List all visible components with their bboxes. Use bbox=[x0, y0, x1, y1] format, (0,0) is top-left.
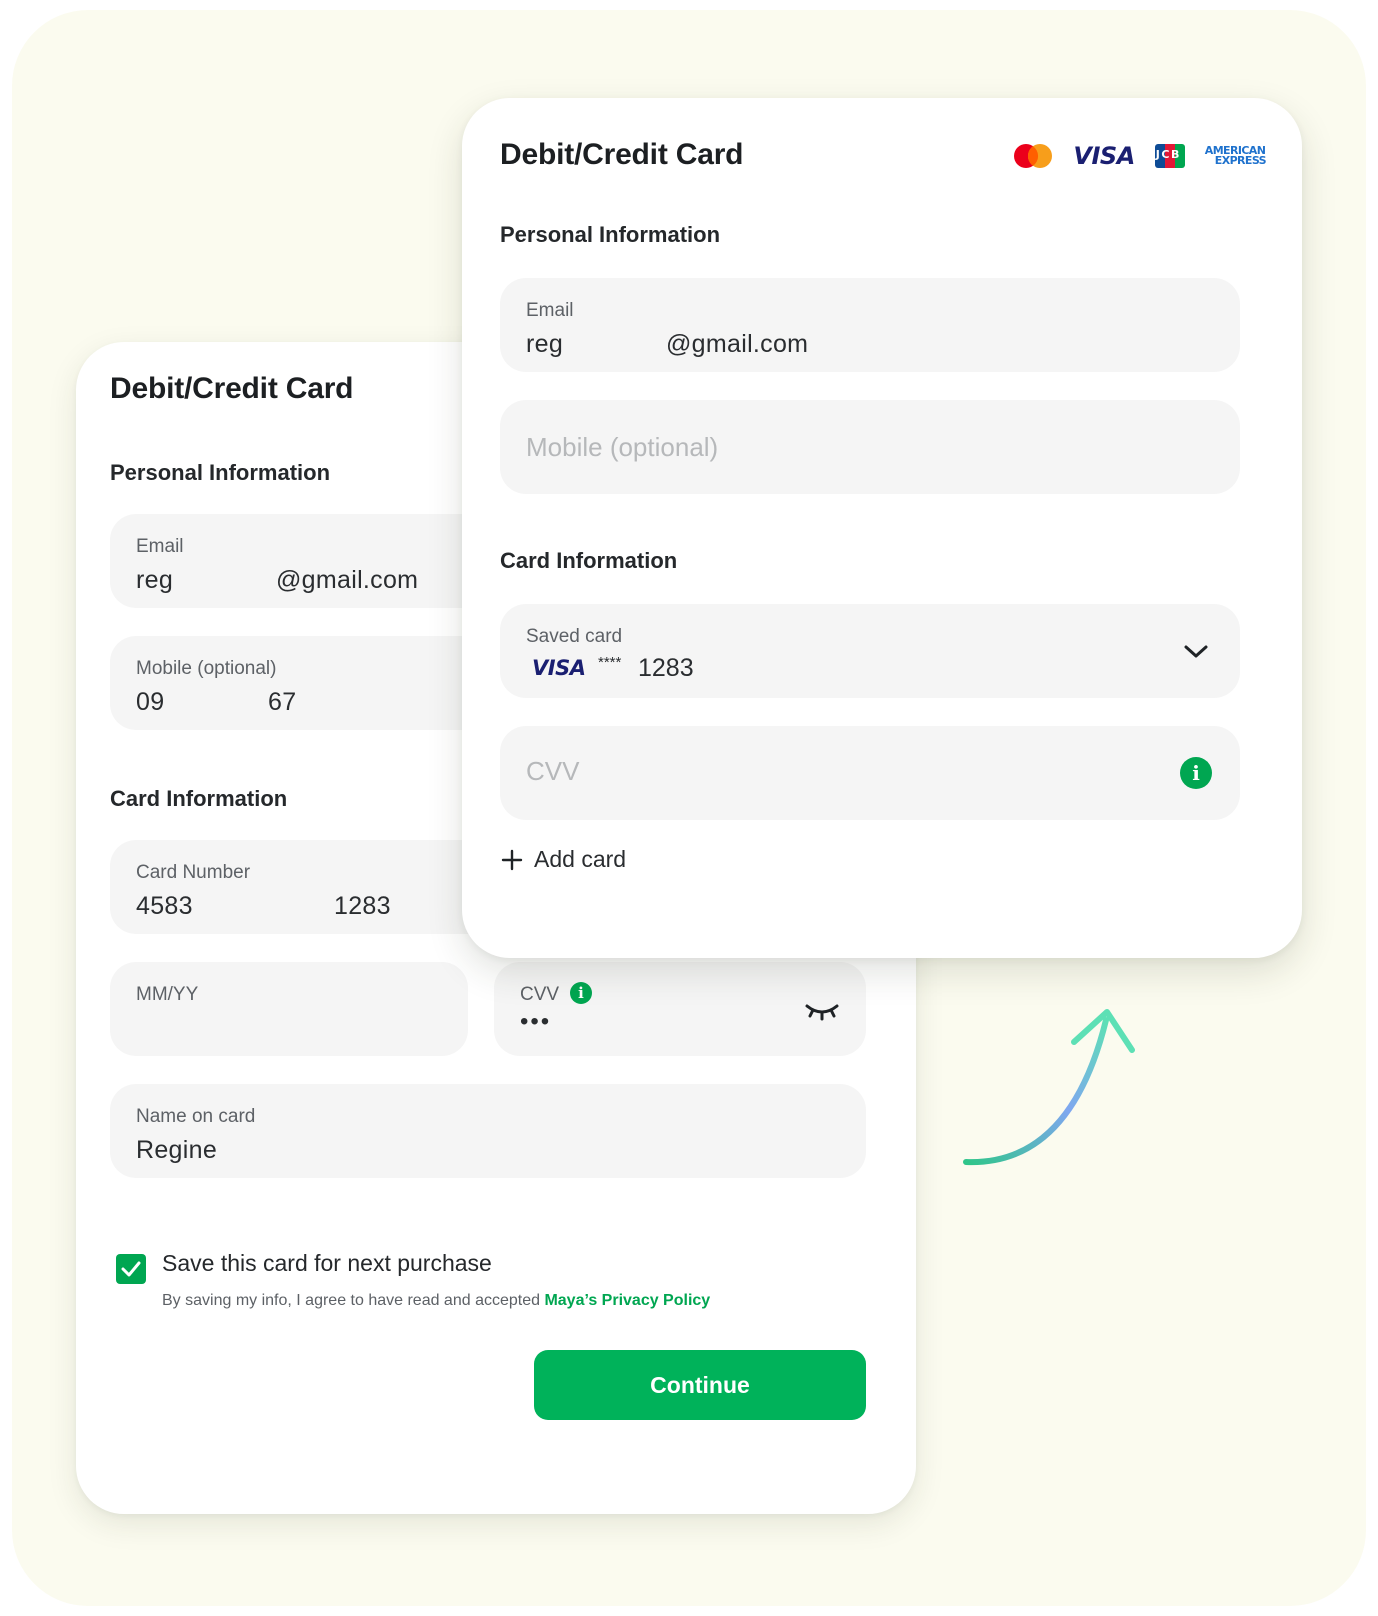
email-value-prefix: reg bbox=[136, 566, 174, 594]
check-icon bbox=[121, 1261, 141, 1277]
name-on-card-field[interactable]: Name on card Regine bbox=[110, 1084, 866, 1178]
saved-card-select[interactable]: Saved card VISA **** 1283 bbox=[500, 604, 1240, 698]
cvv-placeholder: CVV bbox=[526, 756, 580, 786]
saved-card-label: Saved card bbox=[526, 626, 623, 647]
save-card-label: Save this card for next purchase bbox=[162, 1250, 492, 1276]
privacy-policy-text: By saving my info, I agree to have read … bbox=[162, 1292, 710, 1310]
plus-icon bbox=[501, 849, 523, 870]
email-value-prefix: reg bbox=[526, 330, 564, 358]
curved-arrow-icon bbox=[963, 1009, 1135, 1166]
email-value-suffix: @gmail.com bbox=[276, 566, 419, 594]
amex-logo: AMERICAN EXPRESS bbox=[1205, 145, 1267, 167]
card-number-prefix: 4583 bbox=[136, 892, 193, 920]
email-field[interactable]: Email reg @gmail.com bbox=[500, 278, 1240, 372]
info-icon[interactable]: i bbox=[570, 982, 592, 1004]
chevron-down-icon[interactable] bbox=[1182, 642, 1210, 660]
mobile-value-prefix: 09 bbox=[136, 688, 165, 716]
amex-line2: EXPRESS bbox=[1214, 154, 1267, 167]
card-mask: **** bbox=[598, 654, 622, 671]
email-label: Email bbox=[526, 300, 574, 321]
mobile-value-suffix: 67 bbox=[268, 688, 297, 716]
save-card-checkbox[interactable] bbox=[116, 1254, 146, 1284]
email-value-suffix: @gmail.com bbox=[666, 330, 809, 358]
cvv-field[interactable]: CVV i bbox=[500, 726, 1240, 820]
privacy-policy-link[interactable]: Maya’s Privacy Policy bbox=[544, 1292, 710, 1309]
email-label: Email bbox=[136, 536, 184, 557]
mobile-field[interactable]: Mobile (optional) bbox=[500, 400, 1240, 494]
card-number-suffix: 1283 bbox=[334, 892, 391, 920]
page-title: Debit/Credit Card bbox=[500, 138, 744, 171]
card-brand-logos: VISA JCB AMERICAN EXPRESS bbox=[1013, 142, 1267, 170]
card-info-heading: Card Information bbox=[110, 786, 288, 811]
page-title: Debit/Credit Card bbox=[110, 372, 354, 405]
cvv-value: ••• bbox=[520, 1008, 552, 1035]
jcb-logo: JCB bbox=[1154, 144, 1185, 168]
mobile-label: Mobile (optional) bbox=[136, 658, 277, 679]
card-number-label: Card Number bbox=[136, 862, 251, 883]
mastercard-logo bbox=[1014, 144, 1053, 168]
visa-logo: VISA bbox=[1073, 142, 1135, 170]
personal-info-heading: Personal Information bbox=[500, 222, 721, 247]
personal-info-heading: Personal Information bbox=[110, 460, 331, 485]
jcb-text: JCB bbox=[1155, 148, 1181, 161]
info-icon[interactable]: i bbox=[1180, 757, 1212, 789]
card-last4: 1283 bbox=[638, 654, 694, 682]
visa-logo: VISA bbox=[532, 656, 586, 680]
card-info-heading: Card Information bbox=[500, 548, 678, 573]
expiry-label: MM/YY bbox=[136, 984, 199, 1005]
continue-button[interactable]: Continue bbox=[534, 1350, 866, 1420]
policy-prefix: By saving my info, I agree to have read … bbox=[162, 1292, 545, 1309]
cvv-field[interactable]: CVV i ••• bbox=[494, 962, 866, 1056]
name-on-card-label: Name on card bbox=[136, 1106, 256, 1127]
mobile-placeholder: Mobile (optional) bbox=[526, 432, 719, 462]
expiry-field[interactable]: MM/YY bbox=[110, 962, 468, 1056]
front-payment-card: Debit/Credit Card VISA JCB AMERICAN EXPR… bbox=[462, 98, 1302, 958]
eye-closed-icon[interactable] bbox=[804, 1000, 840, 1022]
add-card-button[interactable]: Add card bbox=[500, 846, 626, 873]
cvv-label: CVV bbox=[520, 984, 560, 1005]
name-on-card-value: Regine bbox=[136, 1136, 218, 1164]
add-card-label: Add card bbox=[534, 846, 627, 872]
